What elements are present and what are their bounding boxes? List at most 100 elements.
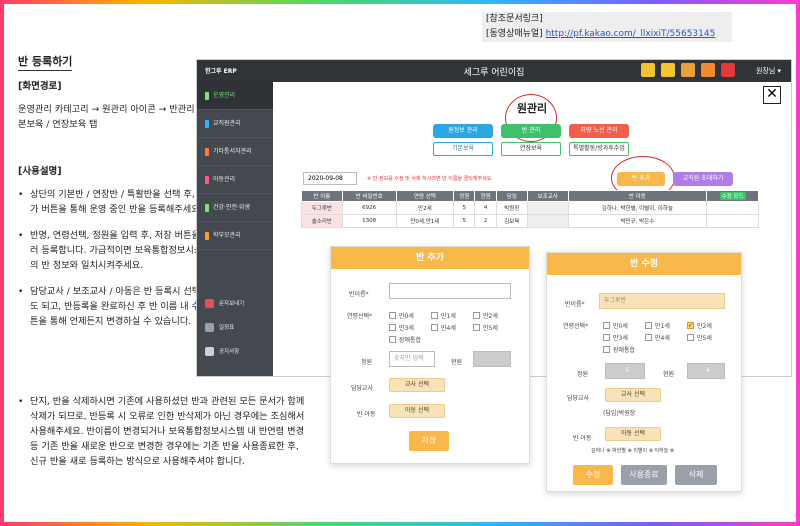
- age-checkbox[interactable]: 만0세: [389, 311, 414, 320]
- sidebar-item-operation[interactable]: 운영관리: [197, 82, 273, 110]
- child-label: 반 아동: [573, 435, 592, 442]
- child-label: 반 아동: [357, 411, 376, 418]
- age-checkbox[interactable]: 만4세: [645, 333, 670, 342]
- usage-bullet: 담당교사 / 보조교사 / 아동은 반 등록시 선택하셔도 되고, 반등록을 완…: [18, 284, 218, 329]
- age-checkbox[interactable]: 장애통합: [603, 345, 635, 354]
- col-header: 반 비밀번호: [341, 190, 397, 202]
- modal-title: 반 추가: [331, 247, 529, 269]
- class-name-input[interactable]: [389, 283, 511, 299]
- teacher-label: 담당교사: [351, 385, 374, 392]
- sidebar-item-children[interactable]: 아동관리: [197, 166, 273, 194]
- table-cell: 만2세: [395, 201, 455, 215]
- invite-teacher-button[interactable]: 교직원 초대하기: [673, 172, 733, 186]
- table-cell: [706, 214, 759, 228]
- class-name-link[interactable]: 솔소리반: [301, 214, 343, 228]
- current-count-field: [473, 351, 511, 367]
- sub-tabs: 기본보육 연장보육 특별활동/방과후수업: [433, 142, 629, 156]
- age-checkbox[interactable]: 만2세: [473, 311, 498, 320]
- teacher-label: 담당교사: [567, 395, 590, 402]
- table-cell: 5: [453, 201, 476, 215]
- usage-bullets-wide: 단지, 반을 삭제하시면 기존에 사용하셨던 반과 관련된 모든 문서가 함께 …: [18, 394, 308, 469]
- age-checkbox[interactable]: 만3세: [603, 333, 628, 342]
- col-header: 수정 모드: [706, 190, 759, 202]
- reference-video: [동영상매뉴얼] http://pf.kakao.com/_llxixiT/55…: [482, 27, 732, 42]
- path-text: 운영관리 카테고리 → 원관리 아이콘 → 반관리 → 기본보육 / 연장보육 …: [18, 104, 217, 130]
- capacity-label: 정원: [577, 371, 589, 378]
- age-checkbox[interactable]: 만0세: [603, 321, 628, 330]
- col-header: 현원: [474, 190, 497, 202]
- sidebar-item-staff[interactable]: 교직원관리: [197, 110, 273, 138]
- sidebar-item-parents[interactable]: 학부모관리: [197, 222, 273, 250]
- table-row: 두그루반 6926 만2세 5 4 박원장 김하나, 박한별, 이별이, 이하늘: [301, 201, 759, 215]
- class-name-link[interactable]: 두그루반: [301, 201, 343, 215]
- bus-icon[interactable]: [701, 63, 715, 77]
- capacity-input[interactable]: 5: [605, 363, 645, 379]
- usage-bullet: 반명, 연령선택, 정원을 입력 후, 저장 버튼을 눌러 등록합니다. 가급적…: [18, 228, 218, 273]
- reference-video-label: [동영상매뉴얼]: [486, 29, 543, 39]
- reference-title: [참조문서링크]: [482, 12, 732, 27]
- reference-box: [참조문서링크] [동영상매뉴얼] http://pf.kakao.com/_l…: [482, 12, 732, 42]
- select-child-button[interactable]: 아동 선택: [389, 404, 445, 418]
- select-teacher-button[interactable]: 교사 선택: [389, 378, 445, 392]
- edit-mode-badge[interactable]: 수정 모드: [719, 192, 746, 200]
- age-checkbox[interactable]: 만1세: [431, 311, 456, 320]
- age-checkbox[interactable]: 만1세: [645, 321, 670, 330]
- select-teacher-button[interactable]: 교사 선택: [605, 388, 661, 402]
- top-bar: 한그루 ERP 세그루 어린이집 원장님 ▾: [197, 60, 791, 82]
- sidebar-item-schedule[interactable]: 일정표: [197, 316, 273, 340]
- bag-icon[interactable]: [661, 63, 675, 77]
- table-cell: 김보육: [495, 214, 528, 228]
- capacity-label: 정원: [361, 359, 373, 366]
- tab-bus-route[interactable]: 차량 노선 관리: [569, 124, 629, 138]
- subtab-special[interactable]: 특별활동/방과후수업: [569, 142, 629, 156]
- age-checkbox-checked[interactable]: ✓ 만2세: [687, 321, 712, 330]
- reference-video-link[interactable]: http://pf.kakao.com/_llxixiT/55653145: [546, 29, 716, 39]
- class-name-input[interactable]: 두그루반: [599, 293, 725, 309]
- table-cell: 1308: [341, 214, 397, 228]
- date-picker[interactable]: 2020-09-08: [303, 172, 357, 185]
- modal-title: 반 수정: [547, 253, 741, 275]
- sidebar-item-sms[interactable]: 문자보내기: [197, 292, 273, 316]
- alarm-icon[interactable]: [721, 63, 735, 77]
- table-cell: [526, 214, 569, 228]
- end-use-button[interactable]: 사용종료: [621, 465, 667, 485]
- subtab-basic[interactable]: 기본보육: [433, 142, 493, 156]
- table-cell: 2: [474, 214, 497, 228]
- select-child-button[interactable]: 아동 선택: [605, 427, 661, 441]
- capacity-input[interactable]: 숫자만 입력: [389, 351, 435, 367]
- home-icon[interactable]: [641, 63, 655, 77]
- calendar-icon[interactable]: [681, 63, 695, 77]
- col-header: 정원: [453, 190, 476, 202]
- delete-button[interactable]: 삭제: [675, 465, 717, 485]
- edit-button[interactable]: 수정: [573, 465, 613, 485]
- tab-center-info[interactable]: 원정보 관리: [433, 124, 493, 138]
- edit-class-modal: 반 수정 반이름* 두그루반 연령선택* 만0세 만1세 ✓ 만2세 만3세 만4…: [546, 252, 742, 492]
- current-label: 현원: [663, 371, 675, 378]
- col-header: 보조교사: [526, 190, 569, 202]
- tab-class-manage[interactable]: 반 관리: [501, 124, 561, 138]
- save-button[interactable]: 저장: [409, 431, 449, 451]
- age-checkbox[interactable]: 만5세: [473, 323, 498, 332]
- sidebar-item-health[interactable]: 건강·안전·위생: [197, 194, 273, 222]
- name-label: 반이름*: [349, 291, 369, 298]
- table-cell: 박원장: [495, 201, 528, 215]
- table-cell: 4: [474, 201, 497, 215]
- user-menu[interactable]: 원장님 ▾: [756, 66, 781, 76]
- age-checkbox[interactable]: 만4세: [431, 323, 456, 332]
- age-checkbox[interactable]: 만3세: [389, 323, 414, 332]
- age-checkbox[interactable]: 장애통합: [389, 335, 421, 344]
- sidebar-item-other[interactable]: 기타통서자관리: [197, 138, 273, 166]
- table-cell: 만0세,만1세: [395, 214, 455, 228]
- name-label: 반이름*: [565, 301, 585, 308]
- table-cell: 5: [453, 214, 476, 228]
- age-checkbox[interactable]: 만5세: [687, 333, 712, 342]
- current-count-field: 4: [687, 363, 725, 379]
- age-label: 연령선택*: [347, 313, 373, 320]
- age-label: 연령선택*: [563, 323, 589, 330]
- col-header: 반 아동: [567, 190, 708, 202]
- subtab-extended[interactable]: 연장보육: [501, 142, 561, 156]
- table-cell: [526, 201, 569, 215]
- page-title: 반 등록하기: [18, 54, 73, 71]
- col-header: 연령 선택: [395, 190, 455, 202]
- sidebar-item-notice[interactable]: 공지사항: [197, 340, 273, 364]
